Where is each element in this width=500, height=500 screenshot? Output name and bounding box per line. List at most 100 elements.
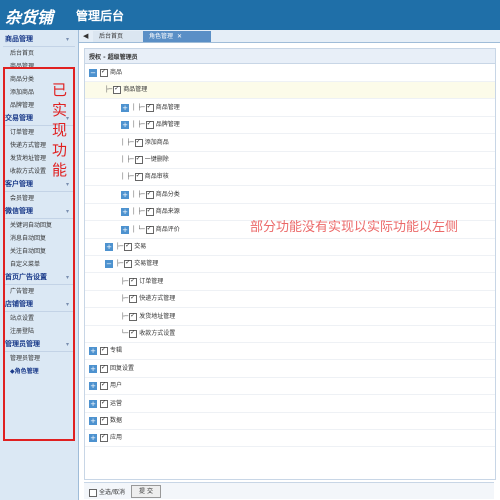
permission-checkbox[interactable] (124, 258, 133, 269)
sidebar-group[interactable]: 商品管理 ▾ (3, 33, 75, 47)
tree-guide: ├─ (116, 260, 124, 268)
expand-icon[interactable]: + (89, 364, 97, 373)
permission-checkbox[interactable] (129, 311, 138, 321)
expand-icon[interactable]: + (121, 190, 129, 199)
expand-icon[interactable]: + (121, 208, 129, 217)
permission-checkbox[interactable] (100, 345, 108, 356)
permission-label: 商品分类 (155, 190, 180, 198)
tree-guide: ├─ (121, 277, 129, 285)
tree-guide: │ ├─ (132, 208, 145, 216)
tab-role-management[interactable]: 角色管理 ✕ (143, 31, 211, 42)
permission-row: ├─ 商品管理 (85, 82, 495, 100)
permission-row: ├─ 快递方式管理 (85, 291, 495, 309)
permission-checkbox[interactable] (145, 206, 154, 217)
tab-home[interactable]: 后台首页 (93, 31, 145, 42)
permission-row: +│ ├─ 品牌管理 (85, 117, 495, 135)
breadcrumb: 授权 - 超级管理员 (85, 49, 495, 64)
permission-label: 商品管理 (155, 103, 180, 111)
expand-icon[interactable]: + (105, 243, 113, 251)
permission-node: ├─ 订单管理 (121, 276, 164, 287)
permission-node: + 用户 (89, 380, 122, 391)
expand-icon[interactable]: + (89, 434, 97, 443)
permission-label: 商品评价 (155, 225, 180, 233)
permission-row: ├─ 发货地址管理 (85, 309, 495, 326)
permission-checkbox[interactable] (134, 137, 143, 147)
app-title: 管理后台 (76, 9, 125, 23)
permission-row: + 数据 (85, 413, 495, 430)
tab-scroll-left-icon[interactable]: ◀ (83, 32, 88, 40)
tree-guide: ├─ (121, 295, 129, 303)
permission-label: 回复设置 (110, 364, 135, 372)
permission-row: +│ ├─ 商品分类 (85, 187, 495, 204)
tree-guide: │ ├─ (121, 156, 134, 163)
permission-checkbox[interactable] (100, 363, 108, 373)
permission-node: + 数据 (89, 415, 123, 426)
permission-label: 快递方式管理 (139, 295, 176, 303)
permission-checkbox[interactable] (145, 119, 154, 130)
permission-checkbox[interactable] (145, 189, 154, 199)
form-footer: 全选/取消 提 交 (84, 482, 494, 499)
tree-guide: │ ├─ (132, 190, 145, 198)
permission-node: + 回复设置 (89, 363, 135, 374)
permission-checkbox[interactable] (124, 241, 133, 251)
permission-label: 订单管理 (139, 277, 164, 285)
tree-guide: ├─ (105, 86, 113, 94)
permission-checkbox[interactable] (129, 293, 138, 304)
tree-guide: ├─ (121, 312, 129, 320)
select-all-checkbox[interactable]: 全选/取消 (89, 487, 125, 497)
permission-node: + 运营 (89, 398, 123, 409)
permission-label: 商品管理 (123, 86, 148, 94)
permission-row: │ ├─ 添加商品 (85, 135, 495, 152)
collapse-icon[interactable]: − (105, 260, 113, 269)
permission-label: 数据 (110, 417, 123, 424)
permission-node: │ ├─ 一键删除 (121, 154, 169, 165)
permission-checkbox[interactable] (134, 154, 143, 164)
permission-label: 交易 (134, 243, 147, 250)
permission-row: + 用户 (85, 378, 495, 396)
expand-icon[interactable]: + (89, 399, 97, 408)
permission-checkbox[interactable] (134, 171, 143, 182)
permission-checkbox[interactable] (100, 398, 108, 408)
expand-icon[interactable]: + (89, 347, 97, 356)
tab-bar: ◀ 后台首页 角色管理 ✕ (79, 30, 500, 43)
permission-checkbox[interactable] (100, 432, 108, 443)
expand-icon[interactable]: + (89, 382, 97, 391)
permission-node: −├─ 交易管理 (105, 258, 158, 269)
expand-icon[interactable]: + (121, 103, 129, 112)
permission-row: +│ ├─ 商品管理 (85, 100, 495, 117)
annotation-overlay-text: 部分功能没有实现以实际功能以左侧 (250, 220, 459, 235)
permission-checkbox[interactable] (145, 102, 154, 112)
permission-checkbox[interactable] (145, 224, 154, 234)
select-all-label: 全选/取消 (99, 489, 126, 496)
permission-label: 运营 (110, 399, 123, 407)
tab-label: 角色管理 (149, 33, 174, 40)
breadcrumb-text: 授权 - 超级管理员 (89, 54, 138, 61)
collapse-icon[interactable]: − (89, 69, 97, 77)
submit-button[interactable]: 提 交 (131, 485, 161, 498)
permission-node: + 应用 (89, 432, 123, 443)
tree-guide: │ └─ (132, 225, 145, 233)
permission-checkbox[interactable] (100, 415, 108, 425)
close-icon[interactable]: ✕ (177, 33, 182, 40)
expand-icon[interactable]: + (89, 417, 97, 425)
permission-node: ├─ 发货地址管理 (121, 311, 175, 322)
permission-node: − 商品 (89, 67, 122, 78)
tree-guide: ├─ (116, 243, 124, 250)
expand-icon[interactable]: + (121, 121, 129, 130)
sidebar-item[interactable]: 后台首页 (3, 47, 75, 60)
sidebar: 商品管理 ▾ 后台首页 商品管理 商品分类 添加商品 品牌管理 交易管理 ▾ 订单管理 快递方式管理… (0, 30, 79, 500)
permission-checkbox[interactable] (129, 328, 138, 338)
permission-checkbox[interactable] (100, 380, 108, 391)
permission-row: ├─ 订单管理 (85, 274, 495, 291)
permission-checkbox[interactable] (113, 84, 122, 95)
expand-icon[interactable]: + (121, 225, 129, 234)
permission-checkbox[interactable] (100, 67, 108, 77)
permission-checkbox[interactable] (129, 276, 138, 286)
permission-node: +├─ 交易 (105, 241, 147, 252)
permission-row: │ ├─ 商品审核 (85, 169, 495, 187)
permission-label: 应用 (110, 434, 123, 442)
permission-label: 一键删除 (144, 156, 169, 163)
checkbox-icon[interactable] (89, 488, 97, 497)
permission-row: − 商品 (85, 65, 495, 82)
sidebar-group-title: 商品管理 (5, 35, 33, 43)
